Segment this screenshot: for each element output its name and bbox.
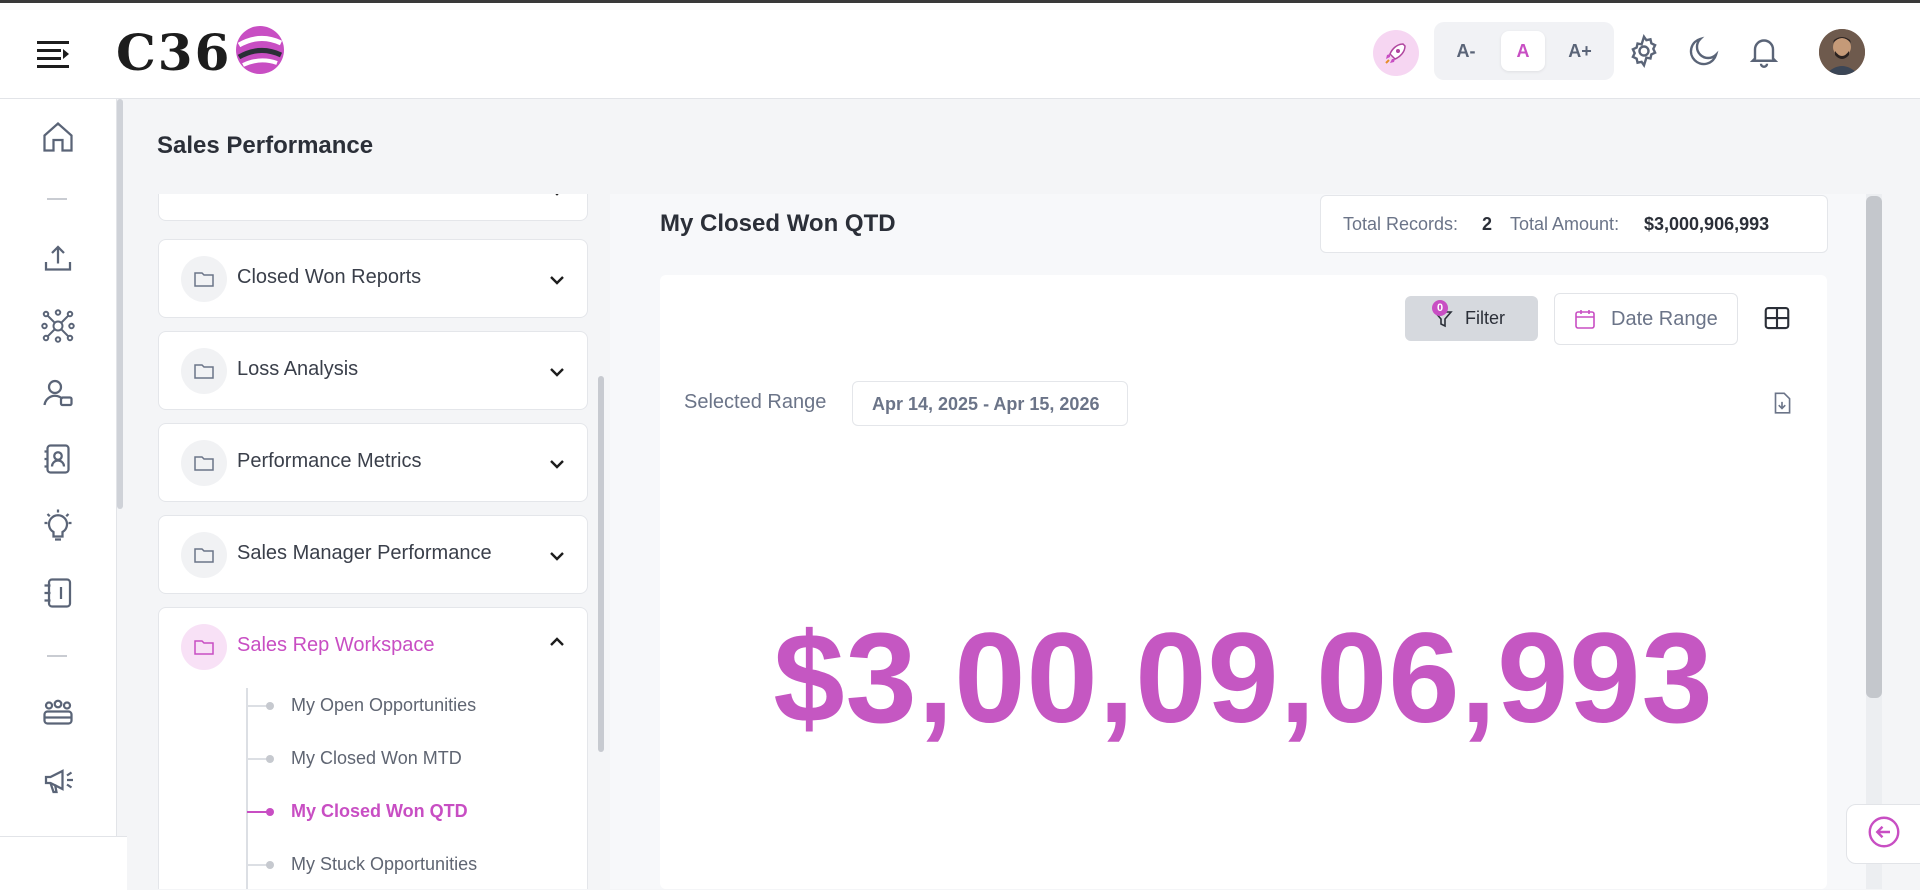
chevron-down-icon xyxy=(547,270,567,290)
kpi-value: $3,00,09,06,993 xyxy=(773,607,1714,750)
date-range-label: Date Range xyxy=(1611,308,1718,330)
folder-label: Loss Analysis xyxy=(237,358,359,380)
folder-loss-analysis[interactable]: Loss Analysis xyxy=(158,331,588,410)
moon-icon[interactable] xyxy=(1686,33,1722,69)
bell-icon[interactable] xyxy=(1746,33,1782,69)
left-nav-scrollbar[interactable] xyxy=(117,99,123,509)
calendar-icon xyxy=(1573,307,1597,336)
avatar[interactable] xyxy=(1819,29,1865,75)
bullet-dot xyxy=(266,702,274,710)
sub-report-label: My Stuck Opportunities xyxy=(291,854,478,874)
font-decrease-button[interactable]: A- xyxy=(1444,31,1488,71)
back-arrow-button[interactable] xyxy=(1846,804,1920,864)
sub-report-label: My Open Opportunities xyxy=(291,695,477,715)
chevron-down-icon xyxy=(547,194,567,201)
logo[interactable]: C36 xyxy=(116,17,287,87)
folder-label: Performance Metrics xyxy=(237,450,422,472)
nav-separator xyxy=(47,198,67,200)
folder-sales-manager-performance[interactable]: Sales Manager Performance xyxy=(158,515,588,594)
left-nav-footer xyxy=(0,836,127,890)
team-icon[interactable] xyxy=(40,695,76,731)
folder-sales-rep-workspace[interactable]: Sales Rep Workspace My Open Opportunitie… xyxy=(158,607,588,889)
font-size-control: A- A A+ xyxy=(1434,22,1614,80)
sub-report-item-active[interactable]: My Closed Won QTD xyxy=(159,794,587,834)
date-range-button[interactable]: Date Range xyxy=(1554,293,1738,345)
page-title: Sales Performance xyxy=(157,132,374,159)
folder-closed-won-reports[interactable]: Closed Won Reports xyxy=(158,239,588,318)
folder-label: Sales Manager Performance xyxy=(237,542,492,564)
bullet-dot xyxy=(266,755,274,763)
sub-report-item[interactable]: My Open Opportunities xyxy=(159,688,587,728)
sub-report-label: My Closed Won QTD xyxy=(291,801,468,821)
bullet-dot xyxy=(266,808,274,816)
selected-range-chip: Apr 14, 2025 - Apr 15, 2026 xyxy=(852,381,1128,426)
filter-label: Filter xyxy=(1465,308,1505,328)
totals-summary: Total Records: 2 Total Amount: $3,000,90… xyxy=(1320,195,1828,253)
left-nav xyxy=(0,99,117,889)
chevron-up-icon xyxy=(547,632,567,652)
download-file-icon[interactable] xyxy=(1769,390,1795,416)
font-increase-button[interactable]: A+ xyxy=(1558,31,1602,71)
gear-icon[interactable] xyxy=(1626,33,1662,69)
folder-label: Sales Rep Workspace xyxy=(237,634,435,656)
folder-icon xyxy=(181,532,227,578)
font-default-button[interactable]: A xyxy=(1501,31,1545,71)
address-book-icon[interactable] xyxy=(40,575,76,611)
home-icon[interactable] xyxy=(40,119,76,155)
folder-icon xyxy=(181,256,227,302)
rocket-icon[interactable] xyxy=(1373,30,1419,76)
total-records-value: 2 xyxy=(1482,214,1493,234)
report-title: My Closed Won QTD xyxy=(660,210,896,237)
folder-performance-metrics[interactable]: Performance Metrics xyxy=(158,423,588,502)
arrow-left-circle-icon xyxy=(1866,814,1902,855)
logo-globe-icon xyxy=(233,23,287,82)
megaphone-icon[interactable] xyxy=(40,762,76,798)
bullet-dot xyxy=(266,861,274,869)
sub-report-item[interactable]: My Closed Won MTD xyxy=(159,741,587,781)
main-scrollbar-thumb[interactable] xyxy=(1866,196,1882,698)
sub-report-item[interactable]: My Stuck Opportunities xyxy=(159,847,587,887)
report-folder-list: Closed Won Reports Loss Analysis Perform… xyxy=(158,194,588,889)
folder-icon xyxy=(181,624,227,670)
layout-grid-icon[interactable] xyxy=(1762,303,1792,333)
sub-report-label: My Closed Won MTD xyxy=(291,748,462,768)
folder-icon xyxy=(181,348,227,394)
menu-toggle-icon[interactable] xyxy=(34,33,74,73)
folder-icon xyxy=(181,440,227,486)
total-amount-value: $3,000,906,993 xyxy=(1644,214,1770,234)
folder-list-scrollbar[interactable] xyxy=(598,376,604,752)
report-card xyxy=(660,275,1827,889)
total-records-label: Total Records: xyxy=(1343,214,1459,234)
selected-range-value: Apr 14, 2025 - Apr 15, 2026 xyxy=(872,394,1100,414)
chevron-down-icon xyxy=(547,454,567,474)
logo-text: C36 xyxy=(116,22,232,82)
chevron-down-icon xyxy=(547,546,567,566)
upload-icon[interactable] xyxy=(40,241,76,277)
filter-count-badge: 0 xyxy=(1432,300,1448,316)
chevron-down-icon xyxy=(547,362,567,382)
user-settings-icon[interactable] xyxy=(40,375,76,411)
total-amount-label: Total Amount: xyxy=(1510,214,1620,234)
app-header: C36 A- A A+ xyxy=(0,3,1920,99)
nav-separator xyxy=(47,655,67,657)
lightbulb-icon[interactable] xyxy=(40,508,76,544)
selected-range-label: Selected Range xyxy=(684,391,827,413)
filter-button[interactable]: 0 Filter xyxy=(1405,296,1538,341)
folder-label: Closed Won Reports xyxy=(237,266,422,288)
contact-card-icon[interactable] xyxy=(40,441,76,477)
folder-card-partial[interactable] xyxy=(158,194,588,221)
network-icon[interactable] xyxy=(40,308,76,344)
